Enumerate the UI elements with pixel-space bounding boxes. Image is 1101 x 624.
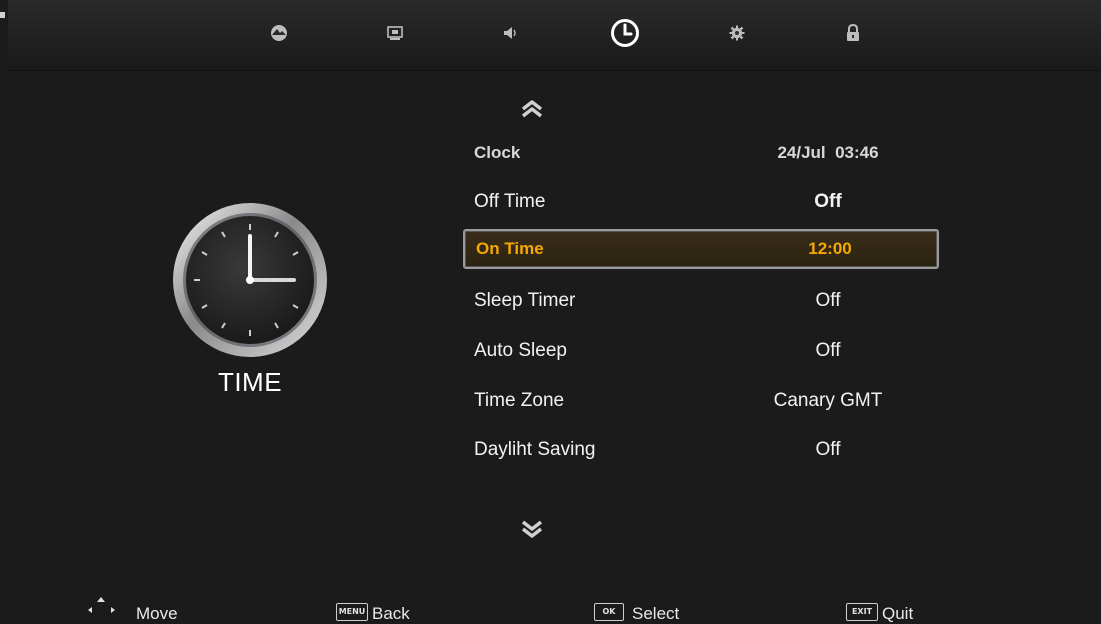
menu-key-icon: MENU xyxy=(336,603,368,621)
lock-icon[interactable] xyxy=(840,20,866,46)
row-label: On Time xyxy=(476,239,544,258)
row-label: Sleep Timer xyxy=(474,290,576,311)
row-value: Off xyxy=(815,439,841,460)
hint-select: Select xyxy=(632,604,680,623)
hint-quit: Quit xyxy=(882,604,914,623)
row-value: 12:00 xyxy=(808,239,852,258)
row-label: Off Time xyxy=(474,191,546,212)
scroll-down-icon[interactable] xyxy=(520,520,544,538)
row-label: Time Zone xyxy=(474,390,565,411)
menu-row-time-zone[interactable]: Time Zone Canary GMT xyxy=(463,380,935,420)
menu-row-auto-sleep[interactable]: Auto Sleep Off xyxy=(463,330,935,370)
row-label: Dayliht Saving xyxy=(474,439,596,460)
top-menu-bar xyxy=(8,0,1101,71)
menu-row-off-time[interactable]: Off Time Off xyxy=(463,181,935,221)
row-value: 24/Jul 03:46 xyxy=(777,143,879,162)
clock-icon xyxy=(173,203,327,357)
display-icon[interactable] xyxy=(382,20,408,46)
row-label: Auto Sleep xyxy=(474,340,567,361)
row-value: Off xyxy=(815,290,841,311)
hint-back: Back xyxy=(372,604,410,623)
ok-key-icon: OK xyxy=(594,603,624,621)
row-value: Off xyxy=(814,191,842,212)
picture-icon[interactable] xyxy=(266,20,292,46)
exit-key-icon: EXIT xyxy=(846,603,878,621)
category-title: TIME xyxy=(217,367,283,397)
category-panel: TIME xyxy=(150,180,350,410)
sound-icon[interactable] xyxy=(498,20,524,46)
row-label: Clock xyxy=(474,143,521,162)
corner-marker xyxy=(0,12,5,18)
menu-row-sleep-timer[interactable]: Sleep Timer Off xyxy=(463,280,935,320)
row-value: Canary GMT xyxy=(773,390,883,411)
menu-row-on-time[interactable]: On Time 12:00 xyxy=(463,229,939,269)
time-icon[interactable] xyxy=(608,16,642,50)
menu-row-daylight-saving[interactable]: Dayliht Saving Off xyxy=(463,429,935,469)
menu-row-clock[interactable]: Clock 24/Jul 03:46 xyxy=(463,133,935,173)
scroll-up-icon[interactable] xyxy=(520,100,544,118)
settings-icon[interactable] xyxy=(724,20,750,46)
hint-move: Move xyxy=(136,604,178,623)
arrow-keys-icon xyxy=(88,597,115,613)
row-value: Off xyxy=(815,340,841,361)
